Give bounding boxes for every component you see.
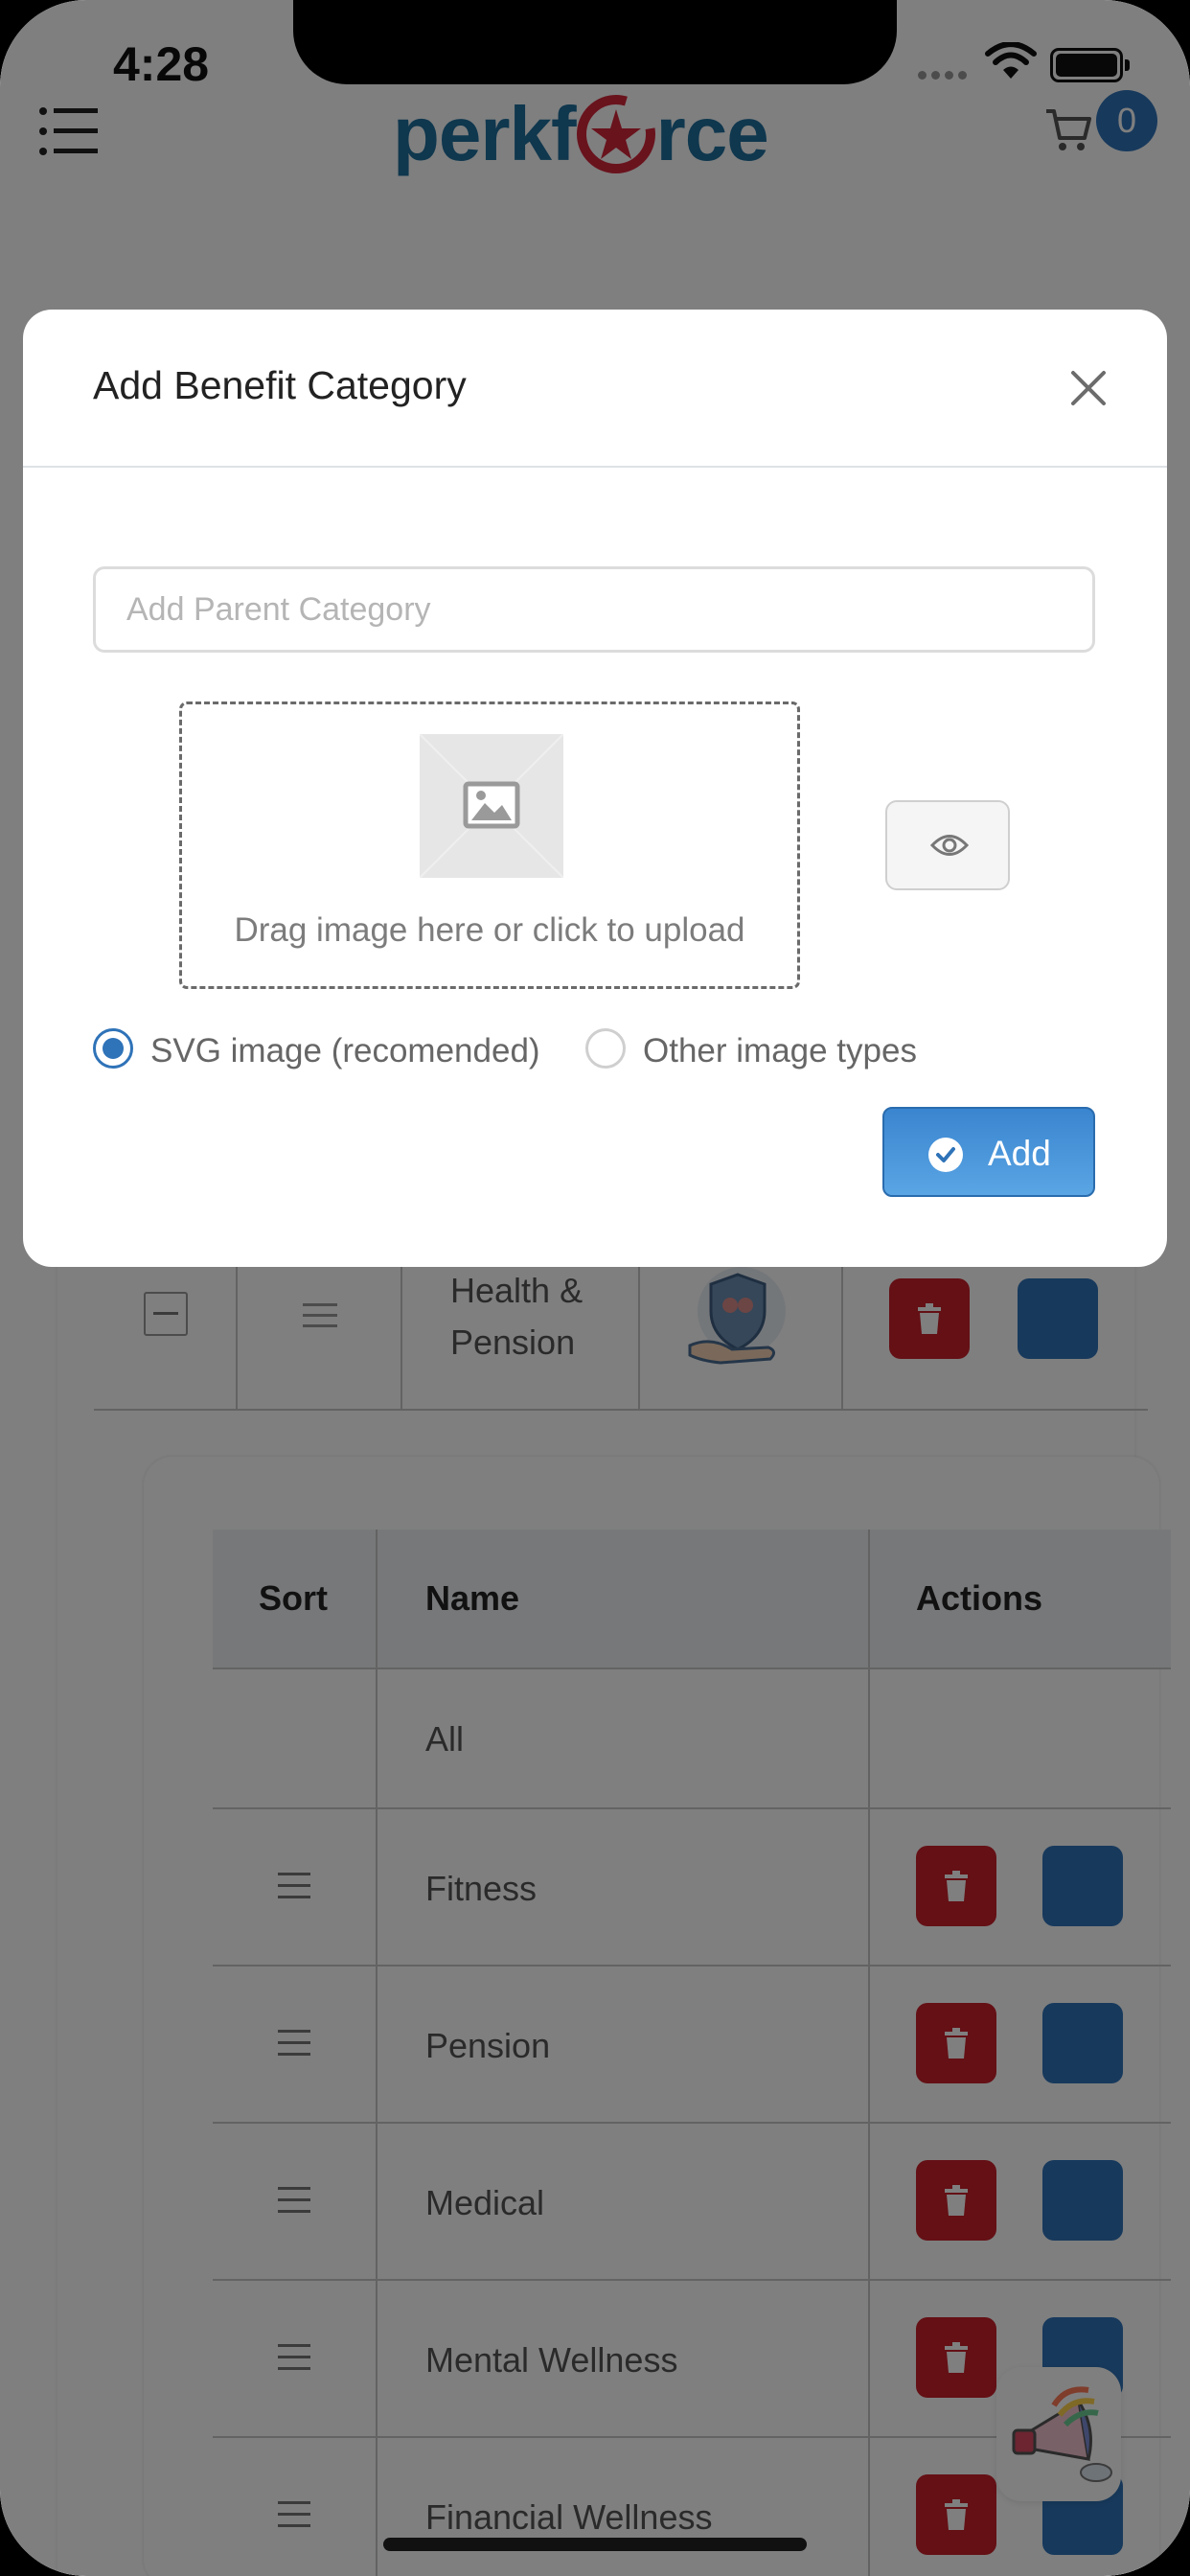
radio-svg-image-label[interactable]: SVG image (recomended) [150,1032,540,1070]
add-button-label: Add [988,1134,1051,1173]
image-upload-dropzone[interactable]: Drag image here or click to upload [179,702,800,989]
radio-other-image-types[interactable] [585,1028,626,1069]
dropzone-hint: Drag image here or click to upload [234,911,745,949]
radio-svg-image[interactable] [93,1028,133,1069]
radio-other-image-types-label[interactable]: Other image types [643,1032,917,1070]
eye-icon [930,835,969,856]
preview-button[interactable] [885,800,1010,890]
modal-title: Add Benefit Category [93,363,467,407]
image-icon [419,733,564,879]
check-circle-icon [928,1138,963,1172]
close-icon[interactable] [1067,367,1110,409]
image-placeholder [419,733,564,879]
parent-category-input[interactable] [93,566,1095,653]
phone-screen: 4:28 perkf rce [0,0,1190,2576]
home-indicator [383,2538,807,2551]
add-benefit-category-modal: Add Benefit Category Drag image here or … [23,310,1167,1267]
add-button[interactable]: Add [882,1107,1095,1197]
modal-header: Add Benefit Category [23,310,1167,468]
